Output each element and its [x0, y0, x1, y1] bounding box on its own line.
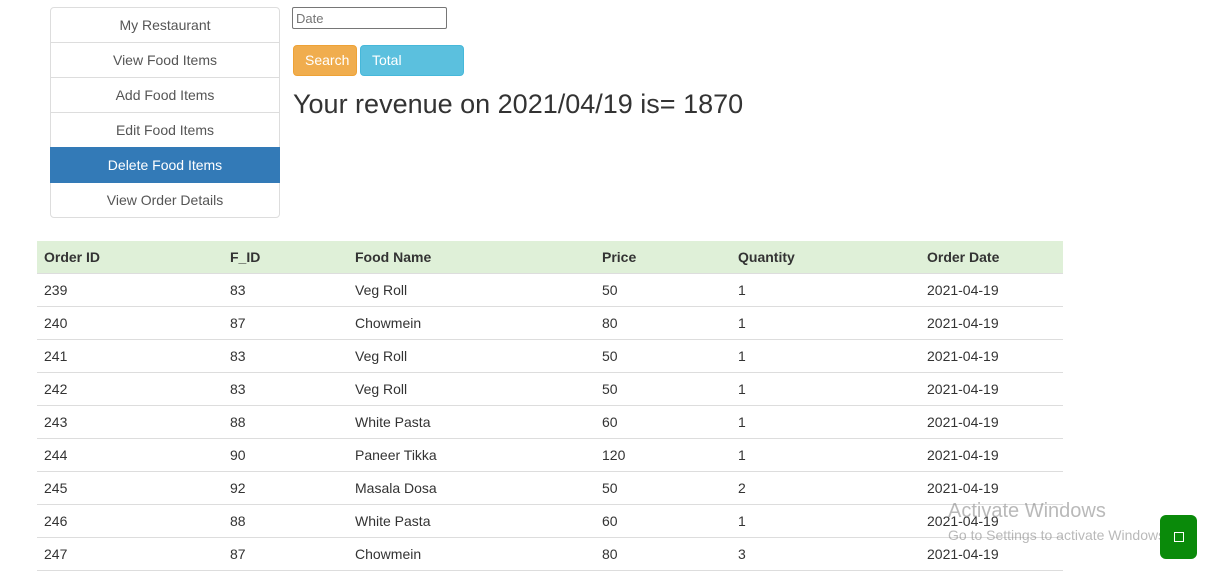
order-date-cell: 2021-04-19	[920, 339, 1063, 373]
order-date-cell: 2021-04-19	[920, 537, 1063, 571]
table-row: 247 87 Chowmein 80 3 2021-04-19	[37, 537, 1063, 571]
food-name-cell: Masala Dosa	[348, 471, 595, 505]
table-row: 240 87 Chowmein 80 1 2021-04-19	[37, 306, 1063, 340]
food-name-cell: Veg Roll	[348, 273, 595, 307]
order-date-cell: 2021-04-19	[920, 405, 1063, 439]
quantity-cell: 1	[731, 372, 920, 406]
f-id-cell: 83	[223, 273, 348, 307]
food-name-cell: Paneer Tikka	[348, 438, 595, 472]
order-details-table: Order ID F_ID Food Name Price Quantity O…	[37, 241, 1063, 571]
table-row: 244 90 Paneer Tikka 120 1 2021-04-19	[37, 438, 1063, 472]
column-header-price: Price	[595, 241, 731, 274]
price-cell: 50	[595, 471, 731, 505]
chat-icon	[1173, 532, 1184, 542]
order-date-cell: 2021-04-19	[920, 306, 1063, 340]
table-header-row: Order ID F_ID Food Name Price Quantity O…	[37, 241, 1063, 274]
order-date-cell: 2021-04-19	[920, 438, 1063, 472]
order-id-cell: 239	[37, 273, 223, 307]
order-id-cell: 245	[37, 471, 223, 505]
order-id-cell: 247	[37, 537, 223, 571]
food-name-cell: Chowmein	[348, 537, 595, 571]
order-id-cell: 244	[37, 438, 223, 472]
food-name-cell: Chowmein	[348, 306, 595, 340]
price-cell: 80	[595, 537, 731, 571]
sidebar-item-view-food-items[interactable]: View Food Items	[50, 42, 280, 78]
quantity-cell: 3	[731, 537, 920, 571]
search-button[interactable]: Search	[293, 45, 357, 76]
quantity-cell: 1	[731, 306, 920, 340]
food-name-cell: Veg Roll	[348, 372, 595, 406]
price-cell: 80	[595, 306, 731, 340]
column-header-food-name: Food Name	[348, 241, 595, 274]
quantity-cell: 1	[731, 438, 920, 472]
price-cell: 60	[595, 405, 731, 439]
table-row: 241 83 Veg Roll 50 1 2021-04-19	[37, 339, 1063, 373]
chat-widget-button[interactable]	[1160, 515, 1197, 559]
table-row: 242 83 Veg Roll 50 1 2021-04-19	[37, 372, 1063, 406]
quantity-cell: 1	[731, 273, 920, 307]
sidebar-item-view-order-details[interactable]: View Order Details	[50, 182, 280, 218]
quantity-cell: 1	[731, 339, 920, 373]
f-id-cell: 90	[223, 438, 348, 472]
revenue-result-text: Your revenue on 2021/04/19 is= 1870	[293, 89, 744, 119]
column-header-f-id: F_ID	[223, 241, 348, 274]
order-date-cell: 2021-04-19	[920, 372, 1063, 406]
price-cell: 120	[595, 438, 731, 472]
column-header-quantity: Quantity	[731, 241, 920, 274]
order-id-cell: 240	[37, 306, 223, 340]
f-id-cell: 88	[223, 504, 348, 538]
table-row: 239 83 Veg Roll 50 1 2021-04-19	[37, 273, 1063, 307]
f-id-cell: 87	[223, 537, 348, 571]
food-name-cell: White Pasta	[348, 504, 595, 538]
table-row: 243 88 White Pasta 60 1 2021-04-19	[37, 405, 1063, 439]
sidebar-menu: My Restaurant View Food Items Add Food I…	[50, 7, 280, 218]
order-id-cell: 242	[37, 372, 223, 406]
order-id-cell: 241	[37, 339, 223, 373]
table-row: 246 88 White Pasta 60 1 2021-04-19	[37, 504, 1063, 538]
f-id-cell: 88	[223, 405, 348, 439]
order-date-cell: 2021-04-19	[920, 471, 1063, 505]
price-cell: 50	[595, 339, 731, 373]
f-id-cell: 83	[223, 372, 348, 406]
table-body: 239 83 Veg Roll 50 1 2021-04-19 240 87 Chowmein 8…	[37, 273, 1063, 571]
f-id-cell: 92	[223, 471, 348, 505]
f-id-cell: 87	[223, 306, 348, 340]
quantity-cell: 2	[731, 471, 920, 505]
f-id-cell: 83	[223, 339, 348, 373]
order-id-cell: 243	[37, 405, 223, 439]
food-name-cell: Veg Roll	[348, 339, 595, 373]
order-id-cell: 246	[37, 504, 223, 538]
price-cell: 60	[595, 504, 731, 538]
sidebar-item-edit-food-items[interactable]: Edit Food Items	[50, 112, 280, 148]
sidebar-item-add-food-items[interactable]: Add Food Items	[50, 77, 280, 113]
price-cell: 50	[595, 273, 731, 307]
table-row: 245 92 Masala Dosa 50 2 2021-04-19	[37, 471, 1063, 505]
quantity-cell: 1	[731, 504, 920, 538]
total-revenue-button[interactable]: Total Revenue	[360, 45, 464, 97]
column-header-order-date: Order Date	[920, 241, 1063, 274]
food-name-cell: White Pasta	[348, 405, 595, 439]
quantity-cell: 1	[731, 405, 920, 439]
date-input[interactable]	[292, 7, 447, 29]
order-date-cell: 2021-04-19	[920, 273, 1063, 307]
sidebar-item-my-restaurant[interactable]: My Restaurant	[50, 7, 280, 43]
price-cell: 50	[595, 372, 731, 406]
column-header-order-id: Order ID	[37, 241, 223, 274]
order-date-cell: 2021-04-19	[920, 504, 1063, 538]
sidebar-item-delete-food-items[interactable]: Delete Food Items	[50, 147, 280, 183]
